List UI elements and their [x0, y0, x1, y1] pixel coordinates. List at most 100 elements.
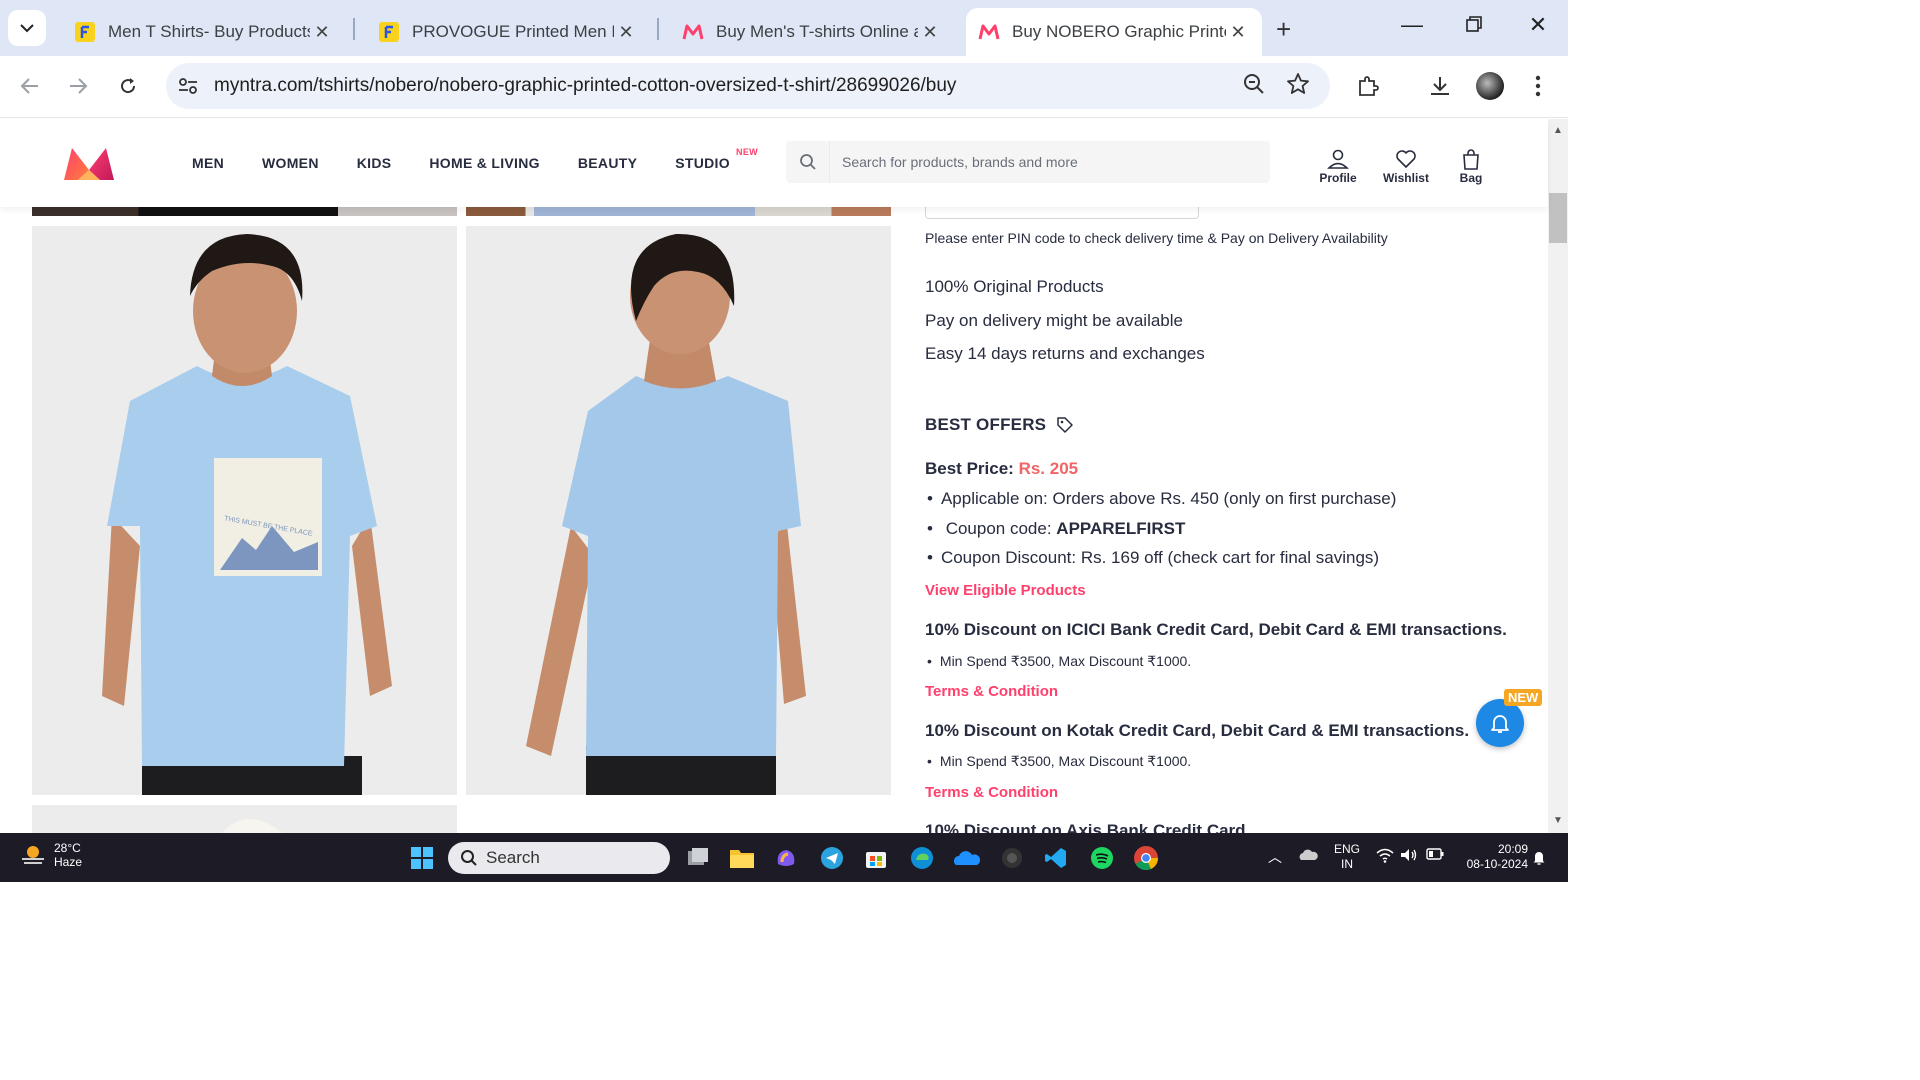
tab-title: PROVOGUE Printed Men Polo Neck	[412, 22, 614, 41]
browser-menu-button[interactable]	[1522, 70, 1554, 102]
user-icon	[1318, 147, 1358, 171]
bag-label: Bag	[1459, 171, 1483, 185]
site-header: MEN WOMEN KIDS HOME & LIVING BEAUTY STUD…	[0, 119, 1548, 207]
search-icon[interactable]	[786, 141, 830, 183]
wishlist-link[interactable]: Wishlist	[1382, 147, 1430, 185]
tab-separator	[353, 18, 355, 40]
site-settings-icon[interactable]	[176, 74, 200, 98]
browser-tab-2[interactable]: PROVOGUE Printed Men Polo Neck ✕	[366, 8, 650, 56]
weather-widget[interactable]: 28°C Haze	[20, 841, 82, 869]
feature-returns: Easy 14 days returns and exchanges	[925, 344, 1205, 363]
bank-offer-kotak-detail: Min Spend ₹3500, Max Discount ₹1000.	[927, 753, 1191, 770]
best-price-value: Rs. 205	[1018, 459, 1079, 478]
bag-link[interactable]: Bag	[1456, 147, 1486, 185]
close-icon[interactable]: ✕	[918, 22, 942, 43]
browser-tab-4-active[interactable]: Buy NOBERO Graphic Printed Cotton ✕	[966, 8, 1262, 56]
battery-icon[interactable]	[1426, 848, 1444, 863]
onedrive-sync-icon[interactable]	[1298, 847, 1318, 866]
profile-avatar[interactable]	[1476, 72, 1504, 100]
back-button[interactable]	[14, 70, 46, 102]
nav-studio[interactable]: STUDIO NEW	[675, 147, 757, 171]
bank-offer-axis: 10% Discount on Axis Bank Credit Card	[925, 821, 1246, 833]
volume-icon[interactable]	[1400, 847, 1418, 866]
zoom-icon[interactable]	[1242, 72, 1266, 101]
forward-button[interactable]	[62, 70, 94, 102]
task-view-icon[interactable]	[684, 844, 712, 872]
tab-search-button[interactable]	[8, 10, 46, 46]
url-text[interactable]: myntra.com/tshirts/nobero/nobero-graphic…	[214, 75, 956, 97]
browser-tab-1[interactable]: Men T Shirts- Buy Products Online ✕	[62, 8, 346, 56]
profile-link[interactable]: Profile	[1318, 147, 1358, 185]
downloads-button[interactable]	[1424, 70, 1456, 102]
myntra-icon	[682, 21, 704, 43]
coupon-label: Coupon code:	[945, 519, 1052, 538]
clock[interactable]: 20:09 08-10-2024	[1458, 842, 1528, 872]
taskbar-search[interactable]: Search	[448, 842, 670, 874]
nav-women[interactable]: WOMEN	[262, 155, 319, 171]
notification-bell-button[interactable]	[1476, 699, 1524, 747]
close-icon[interactable]: ✕	[614, 22, 638, 43]
best-price: Best Price: Rs. 205	[925, 459, 1078, 479]
close-window-button[interactable]: ✕	[1518, 12, 1558, 38]
myntra-icon	[978, 21, 1000, 43]
minimize-button[interactable]: —	[1392, 12, 1432, 38]
best-offers-heading: BEST OFFERS	[925, 415, 1074, 435]
notification-center-bell-icon[interactable]	[1532, 849, 1546, 868]
view-eligible-products-link[interactable]: View Eligible Products	[925, 582, 1086, 599]
new-tab-button[interactable]: +	[1276, 14, 1291, 45]
download-icon	[1431, 77, 1449, 95]
product-image-back[interactable]	[466, 226, 891, 795]
clock-date: 08-10-2024	[1466, 857, 1528, 871]
close-icon[interactable]: ✕	[310, 22, 334, 43]
vscode-icon[interactable]	[1042, 844, 1070, 872]
browser-tab-3[interactable]: Buy Men's T-shirts Online at Best Price …	[670, 8, 954, 56]
page-scrollbar[interactable]: ▲ ▼	[1548, 119, 1568, 833]
nav-studio-label: STUDIO	[675, 155, 730, 171]
offer-applicable: Applicable on: Orders above Rs. 450 (onl…	[927, 489, 1396, 509]
nav-beauty[interactable]: BEAUTY	[578, 155, 637, 171]
terms-link-kotak[interactable]: Terms & Condition	[925, 784, 1058, 801]
reload-button[interactable]	[112, 70, 144, 102]
coupon-code: APPARELFIRST	[1056, 519, 1186, 538]
product-image-front[interactable]: THIS MUST BE THE PLACE	[32, 226, 457, 795]
file-explorer-icon[interactable]	[728, 844, 756, 872]
offer-coupon: Coupon code: APPARELFIRST	[927, 519, 1186, 539]
terms-link-icici[interactable]: Terms & Condition	[925, 683, 1058, 700]
main-nav: MEN WOMEN KIDS HOME & LIVING BEAUTY STUD…	[192, 147, 768, 171]
heart-icon	[1382, 147, 1430, 171]
nav-kids[interactable]: KIDS	[357, 155, 392, 171]
myntra-logo[interactable]	[62, 146, 116, 187]
scrollbar-thumb[interactable]	[1549, 193, 1567, 243]
search-input[interactable]	[830, 141, 1266, 183]
restore-icon	[1466, 16, 1482, 32]
edge-icon[interactable]	[908, 844, 936, 872]
language-indicator[interactable]: ENG IN	[1334, 842, 1360, 872]
extensions-button[interactable]	[1352, 70, 1384, 102]
tab-separator	[657, 18, 659, 40]
nav-men[interactable]: MEN	[192, 155, 224, 171]
address-bar[interactable]: myntra.com/tshirts/nobero/nobero-graphic…	[166, 63, 1330, 109]
microsoft-store-icon[interactable]	[862, 844, 890, 872]
bookmark-star-icon[interactable]	[1286, 72, 1310, 101]
notification-new-badge: NEW	[1504, 689, 1543, 706]
onedrive-icon[interactable]	[952, 844, 980, 872]
nav-home-living[interactable]: HOME & LIVING	[429, 155, 539, 171]
product-image-next[interactable]	[32, 805, 457, 833]
search-icon	[461, 850, 477, 866]
scroll-up-icon[interactable]: ▲	[1548, 125, 1568, 136]
chrome-icon[interactable]	[1132, 844, 1160, 872]
start-button[interactable]	[408, 844, 436, 872]
app-icon[interactable]	[998, 844, 1026, 872]
profile-label: Profile	[1319, 171, 1357, 185]
wifi-icon[interactable]	[1376, 847, 1394, 866]
telegram-icon[interactable]	[818, 844, 846, 872]
spotify-icon[interactable]	[1088, 844, 1116, 872]
restore-button[interactable]	[1454, 12, 1494, 38]
puzzle-icon	[1359, 76, 1379, 96]
scroll-down-icon[interactable]: ▼	[1548, 815, 1568, 826]
chevron-down-icon	[20, 24, 34, 33]
tray-overflow-chevron-icon[interactable]: ︿	[1268, 847, 1282, 867]
close-icon[interactable]: ✕	[1226, 22, 1250, 43]
copilot-icon[interactable]	[772, 844, 800, 872]
arrow-left-icon	[20, 78, 38, 94]
